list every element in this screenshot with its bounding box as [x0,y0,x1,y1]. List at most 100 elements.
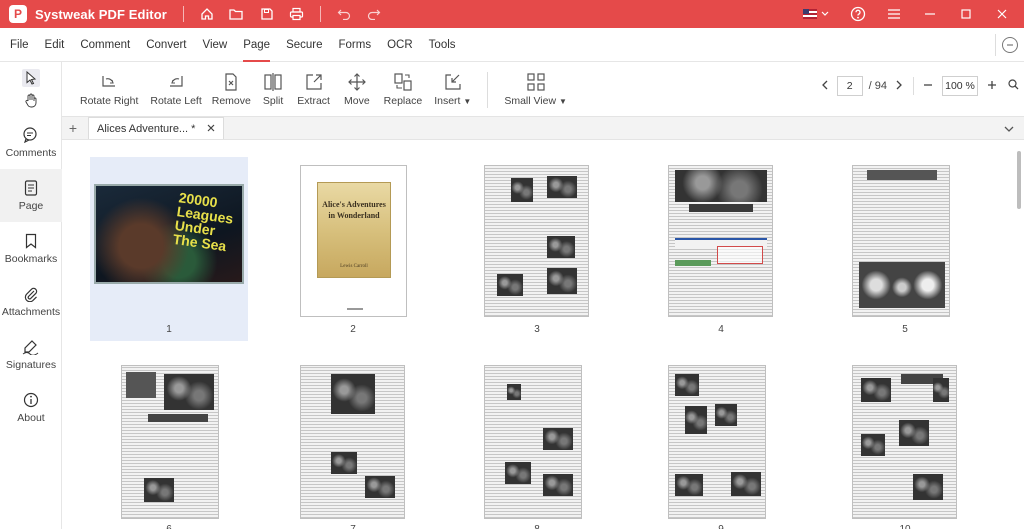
page-number-label: 3 [534,324,540,335]
previous-page-icon[interactable] [817,80,833,93]
close-tab-icon[interactable] [207,123,215,135]
page-thumbnail-7[interactable]: 7 [274,357,432,529]
menu-ocr[interactable]: OCR [387,28,413,62]
title-bar: P Systweak PDF Editor [0,0,1024,28]
folder-open-icon[interactable] [229,6,245,22]
new-tab-button[interactable]: + [62,117,84,139]
remove-button[interactable]: Remove [212,62,251,107]
help-icon[interactable] [850,6,866,22]
menu-tools[interactable]: Tools [429,28,456,62]
sidebar-item-page[interactable]: Page [0,169,62,222]
split-label: Split [262,95,284,107]
sidebar-label-comments: Comments [5,146,57,159]
cover-title: Alice's Adventures in Wonderland [322,200,386,220]
insert-button[interactable]: Insert ▼ [434,62,471,107]
replace-button[interactable]: Replace [384,62,422,107]
page-thumbnail-10[interactable]: 10 [826,357,984,529]
zoom-in-icon[interactable] [984,80,1000,93]
title-separator [319,6,321,22]
title-separator [182,6,184,22]
minimize-icon[interactable] [922,6,938,22]
move-label: Move [343,95,370,107]
print-icon[interactable] [289,6,305,22]
rotate-left-button[interactable]: Rotate Left [150,62,202,107]
page-number-label: 8 [458,524,616,529]
page-thumbnail-3[interactable]: 3 [458,157,616,341]
save-icon[interactable] [259,6,275,22]
page-number-label: 9 [642,524,800,529]
rotate-right-button[interactable]: Rotate Right [80,62,138,107]
page-10-image [852,365,957,519]
maximize-icon[interactable] [958,6,974,22]
undo-icon[interactable] [336,6,352,22]
sidebar-item-about[interactable]: About [0,381,62,434]
hamburger-menu-icon[interactable] [886,6,902,22]
page-thumbnail-1[interactable]: 20000 Leagues Under The Sea 1 [90,157,248,341]
bookmark-icon [25,233,37,249]
page-icon [24,179,38,196]
pager-separator [913,77,914,95]
page-number-label: 5 [902,324,908,335]
menu-secure[interactable]: Secure [286,28,322,62]
redo-icon[interactable] [366,6,382,22]
sidebar-item-bookmarks[interactable]: Bookmarks [0,222,62,275]
page-thumbnail-8[interactable]: 8 [458,357,616,529]
menu-comment[interactable]: Comment [80,28,130,62]
collapse-ribbon-icon[interactable] [1002,37,1018,53]
tab-list-chevron-icon[interactable] [1004,122,1014,136]
split-button[interactable]: Split [263,62,283,107]
small-view-dropdown[interactable]: Small View ▼ [504,62,567,107]
home-icon[interactable] [199,6,215,22]
window-controls [792,0,1024,28]
page-4-image [668,165,773,317]
cover-author: Lewis Carroll [340,264,368,269]
app-window: P Systweak PDF Editor File Edit Comment … [0,0,1024,529]
page-thumbnail-4[interactable]: 4 [642,157,800,341]
book-cover: Alice's Adventures in Wonderland Lewis C… [317,182,391,278]
select-cursor-icon[interactable] [21,69,40,87]
poster-title-text: 20000 Leagues Under The Sea [171,189,235,255]
menu-forms[interactable]: Forms [339,28,372,62]
extract-label: Extract [297,95,330,107]
extract-button[interactable]: Extract [297,62,330,107]
zoom-out-icon[interactable] [920,80,936,93]
sidebar-item-signatures[interactable]: Signatures [0,328,62,381]
comments-icon [23,126,37,143]
page-6-image [121,365,219,519]
insert-label: Insert ▼ [434,95,472,107]
page-3-image [484,165,589,317]
page-thumbnail-9[interactable]: 9 [642,357,800,529]
language-flag-icon[interactable] [802,6,830,22]
menu-convert[interactable]: Convert [146,28,186,62]
vertical-scrollbar[interactable] [1017,151,1021,209]
page-navigator: 2 / 94 100 % [817,76,1024,96]
page-thumbnail-2[interactable]: Alice's Adventures in Wonderland Lewis C… [274,157,432,341]
rotate-left-icon [170,76,183,87]
sidebar-label-signatures: Signatures [5,358,57,371]
close-window-icon[interactable] [994,6,1010,22]
hand-tool-icon[interactable] [22,91,40,109]
app-logo: P [9,5,27,23]
menu-page[interactable]: Page [243,28,270,62]
menu-view[interactable]: View [203,28,228,62]
page-thumbnail-6[interactable]: 6 [90,357,248,529]
page-number-input[interactable]: 2 [836,76,863,96]
page-2-image: Alice's Adventures in Wonderland Lewis C… [300,165,407,317]
page-thumbnail-5[interactable]: 5 [826,157,984,341]
menu-edit[interactable]: Edit [45,28,65,62]
zoom-level-input[interactable]: 100 % [942,76,978,96]
split-icon [264,73,282,91]
move-arrows-icon [347,73,366,91]
sidebar-item-attachments[interactable]: Attachments [0,275,62,328]
next-page-icon[interactable] [891,80,907,93]
page-number-label: 7 [274,524,432,529]
menu-divider [995,34,996,56]
document-tab[interactable]: Alices Adventure... * [88,117,224,139]
sidebar-item-comments[interactable]: Comments [0,116,62,169]
move-button[interactable]: Move [344,62,370,107]
search-icon[interactable] [1004,79,1022,93]
menu-file[interactable]: File [10,28,29,62]
page-number-label: 6 [90,524,248,529]
document-tab-title: Alices Adventure... * [97,122,196,135]
grid-view-icon [527,73,545,91]
